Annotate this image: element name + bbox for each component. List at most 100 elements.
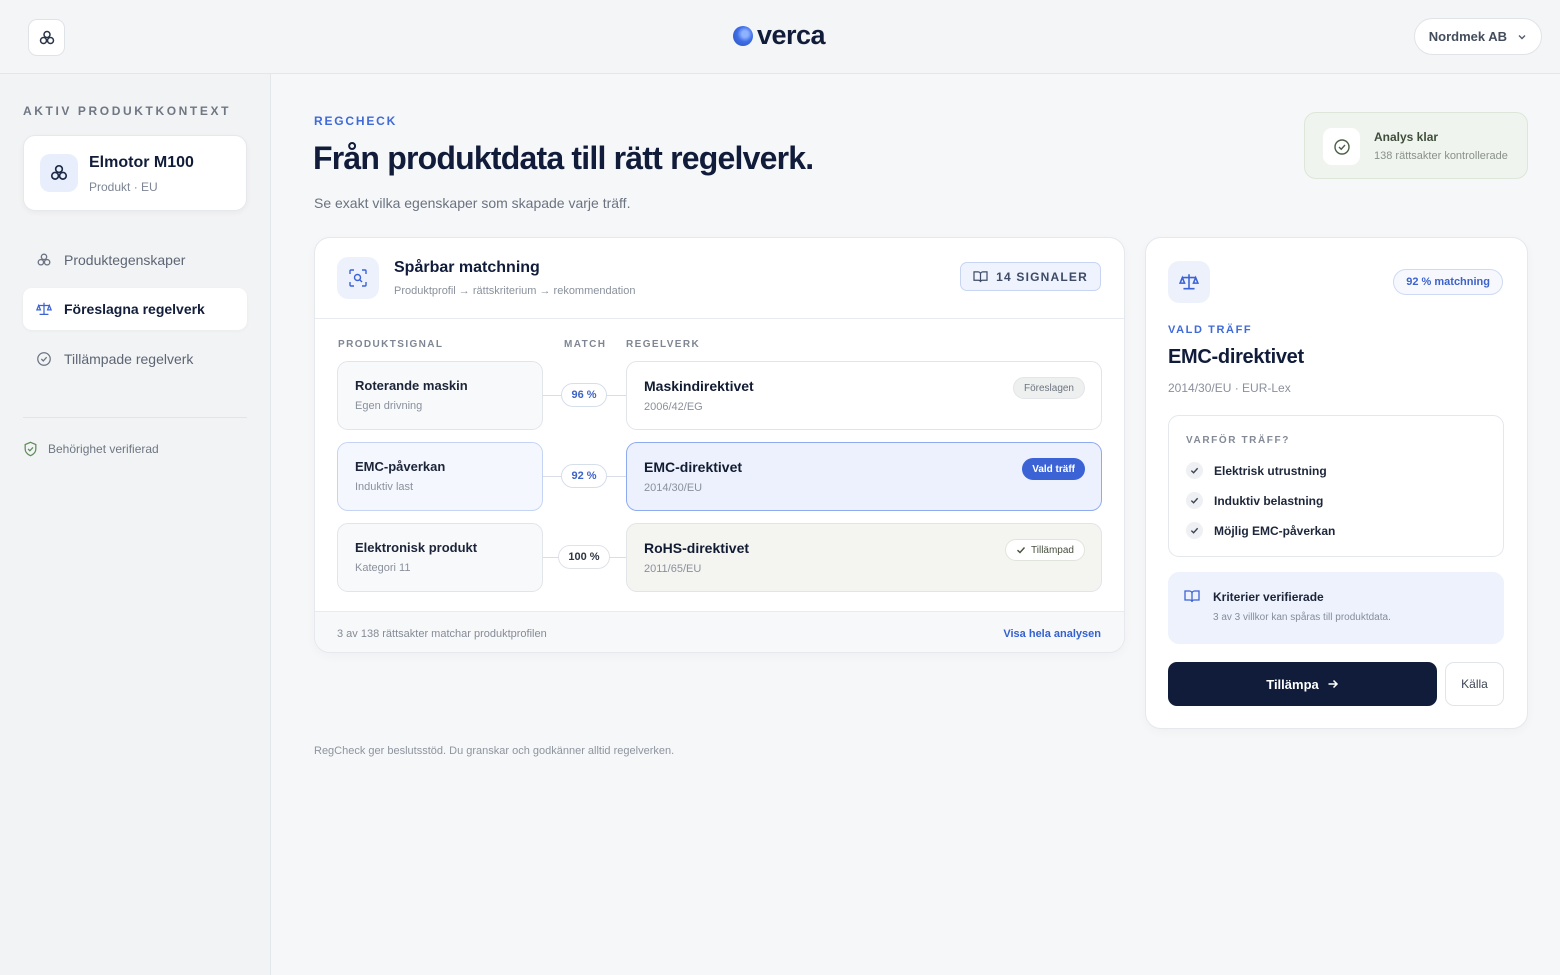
selected-match-card: 92 % matchning VALD TRÄFF EMC-direktivet… <box>1145 237 1528 729</box>
product-signal-card[interactable]: Roterande maskin Egen drivning <box>337 361 543 430</box>
check-icon <box>1186 492 1203 509</box>
view-full-analysis-link[interactable]: Visa hela analysen <box>1003 628 1101 640</box>
status-badge-label: Vald träff <box>1032 463 1075 475</box>
components-icon <box>37 253 51 266</box>
match-percentage: 96 % <box>561 383 607 407</box>
status-icon <box>1323 128 1360 165</box>
top-bar: verca Nordmek AB <box>0 0 1560 74</box>
verca-logo[interactable]: verca <box>733 20 826 51</box>
status-badge-label: Föreslagen <box>1023 382 1074 394</box>
page-eyebrow: REGCHECK <box>314 114 398 128</box>
criteria-title: Kriterier verifierade <box>1213 590 1324 604</box>
status-badge-label: Tillämpad <box>1031 544 1074 556</box>
components-icon <box>50 164 68 180</box>
disclaimer-text: RegCheck ger beslutsstöd. Du granskar oc… <box>314 745 675 757</box>
book-open-icon <box>973 271 988 283</box>
shield-check-icon <box>24 441 37 457</box>
status-sub: 138 rättsakter kontrollerade <box>1374 150 1508 162</box>
signal-title: EMC-påverkan <box>355 459 446 474</box>
regulation-sub: 2014/30/EU <box>644 482 703 494</box>
analysis-status-card: Analys klar 138 rättsakter kontrollerade <box>1304 112 1528 179</box>
card-divider <box>315 318 1124 319</box>
chevron-down-icon <box>1518 34 1526 39</box>
product-name: Elmotor M100 <box>89 154 194 171</box>
why-match-heading: VARFÖR TRÄFF? <box>1186 435 1290 446</box>
match-percentage: 100 % <box>558 545 610 569</box>
sidebar: AKTIV PRODUKTKONTEXT Elmotor M100 Produk… <box>0 74 271 975</box>
page-title: Från produktdata till rätt regelverk. <box>313 140 814 176</box>
detail-title: EMC-direktivet <box>1168 346 1304 368</box>
scale-icon <box>1168 261 1210 303</box>
match-percentage: 92 % <box>561 464 607 488</box>
column-header-match: MATCH <box>564 339 607 350</box>
organization-name: Nordmek AB <box>1428 29 1507 44</box>
reason-label: Induktiv belastning <box>1214 493 1324 508</box>
source-button[interactable]: Källa <box>1445 662 1504 706</box>
logo-text: verca <box>757 20 826 50</box>
sidebar-divider <box>23 417 247 418</box>
traceable-matching-card: Spårbar matchning Produktprofil → rättsk… <box>314 237 1125 653</box>
why-match-box: VARFÖR TRÄFF? Elektrisk utrustning Induk… <box>1168 415 1504 557</box>
matching-title: Spårbar matchning <box>394 259 540 276</box>
match-summary: 3 av 138 rättsakter matchar produktprofi… <box>337 628 547 640</box>
matching-footer: 3 av 138 rättsakter matchar produktprofi… <box>315 611 1124 652</box>
regulation-card[interactable]: EMC-direktivet 2014/30/EU Vald träff <box>626 442 1102 511</box>
regulation-sub: 2006/42/EG <box>644 401 703 413</box>
reason-item: Elektrisk utrustning <box>1186 462 1327 479</box>
sidebar-item-produktegenskaper[interactable]: Produktegenskaper <box>23 239 247 281</box>
product-signal-card[interactable]: EMC-påverkan Induktiv last <box>337 442 543 511</box>
column-header-regulation: REGELVERK <box>626 339 701 350</box>
detail-eyebrow: VALD TRÄFF <box>1168 324 1253 336</box>
sidebar-item-label: Tillämpade regelverk <box>64 351 194 367</box>
logo-mark-icon <box>733 25 753 46</box>
column-header-signal: PRODUKTSIGNAL <box>338 339 444 350</box>
regulation-title: RoHS-direktivet <box>644 540 750 556</box>
page-subtitle: Se exakt vilka egenskaper som skapade va… <box>314 195 631 211</box>
regulation-card[interactable]: Maskindirektivet 2006/42/EG Föreslagen <box>626 361 1102 430</box>
signal-sub: Kategori 11 <box>355 562 411 574</box>
organization-select[interactable]: Nordmek AB <box>1413 18 1542 55</box>
sidebar-item-foreslagna-regelverk[interactable]: Föreslagna regelverk <box>23 288 247 330</box>
signal-sub: Egen drivning <box>355 400 423 412</box>
product-signal-card[interactable]: Elektronisk produkt Kategori 11 <box>337 523 543 592</box>
apply-button-label: Tillämpa <box>1266 676 1319 692</box>
book-open-icon <box>1184 590 1200 603</box>
status-badge: Vald träff <box>1022 458 1085 480</box>
status-title: Analys klar <box>1374 130 1439 144</box>
reason-item: Möjlig EMC-påverkan <box>1186 522 1335 539</box>
criteria-verified-box: Kriterier verifierade 3 av 3 villkor kan… <box>1168 572 1504 644</box>
check-icon <box>1017 547 1026 554</box>
apply-button[interactable]: Tillämpa <box>1168 662 1437 706</box>
check-circle-icon <box>37 352 51 366</box>
components-icon <box>39 30 54 44</box>
product-sub: Produkt · EU <box>89 180 158 194</box>
sidebar-section-label: AKTIV PRODUKTKONTEXT <box>23 104 231 118</box>
sidebar-item-label: Produktegenskaper <box>64 252 186 268</box>
reason-label: Möjlig EMC-påverkan <box>1214 523 1336 538</box>
match-score-badge: 92 % matchning <box>1393 269 1503 295</box>
source-button-label: Källa <box>1461 677 1488 691</box>
signal-title: Elektronisk produkt <box>355 540 478 555</box>
detail-subtitle: 2014/30/EU · EUR-Lex <box>1168 381 1291 395</box>
product-icon <box>40 154 78 192</box>
signals-count-button[interactable]: 14 SIGNALER <box>960 262 1101 291</box>
status-badge: Tillämpad <box>1005 539 1085 561</box>
scale-icon <box>36 302 52 315</box>
matching-subtitle: Produktprofil → rättskriterium → rekomme… <box>394 285 636 297</box>
signals-count-label: 14 SIGNALER <box>996 269 1088 284</box>
regulation-card[interactable]: RoHS-direktivet 2011/65/EU Tillämpad <box>626 523 1102 592</box>
verified-label: Behörighet verifierad <box>48 442 159 456</box>
sidebar-item-tillampade-regelverk[interactable]: Tillämpade regelverk <box>23 338 247 380</box>
criteria-sub: 3 av 3 villkor kan spåras till produktda… <box>1213 612 1391 623</box>
regulation-sub: 2011/65/EU <box>644 563 702 575</box>
status-badge: Föreslagen <box>1012 377 1085 399</box>
app-menu-button[interactable] <box>28 19 65 56</box>
signal-sub: Induktiv last <box>355 481 414 493</box>
reason-item: Induktiv belastning <box>1186 492 1323 509</box>
signal-title: Roterande maskin <box>355 378 468 393</box>
reason-label: Elektrisk utrustning <box>1214 463 1327 478</box>
regulation-title: EMC-direktivet <box>644 459 743 475</box>
check-icon <box>1186 522 1203 539</box>
regulation-title: Maskindirektivet <box>644 378 754 394</box>
active-product-card[interactable]: Elmotor M100 Produkt · EU <box>23 135 247 211</box>
